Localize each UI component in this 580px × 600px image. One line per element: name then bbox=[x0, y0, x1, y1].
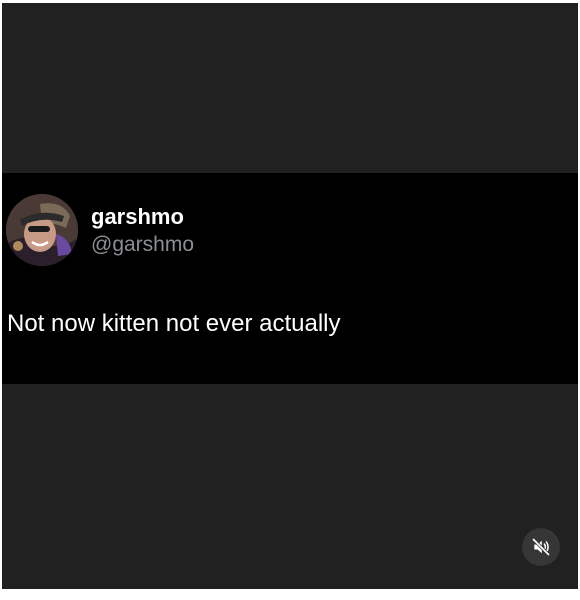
author-display-name[interactable]: garshmo bbox=[91, 204, 184, 230]
tweet-card: garshmo @garshmo Not now kitten not ever… bbox=[2, 173, 578, 384]
tweet-text: Not now kitten not ever actually bbox=[7, 310, 341, 337]
mute-toggle-button[interactable] bbox=[522, 528, 560, 566]
avatar-photo-icon bbox=[6, 194, 78, 266]
video-frame: garshmo @garshmo Not now kitten not ever… bbox=[2, 3, 578, 589]
speaker-muted-icon bbox=[531, 537, 551, 557]
author-handle[interactable]: @garshmo bbox=[91, 232, 194, 258]
author-avatar[interactable] bbox=[6, 194, 78, 266]
